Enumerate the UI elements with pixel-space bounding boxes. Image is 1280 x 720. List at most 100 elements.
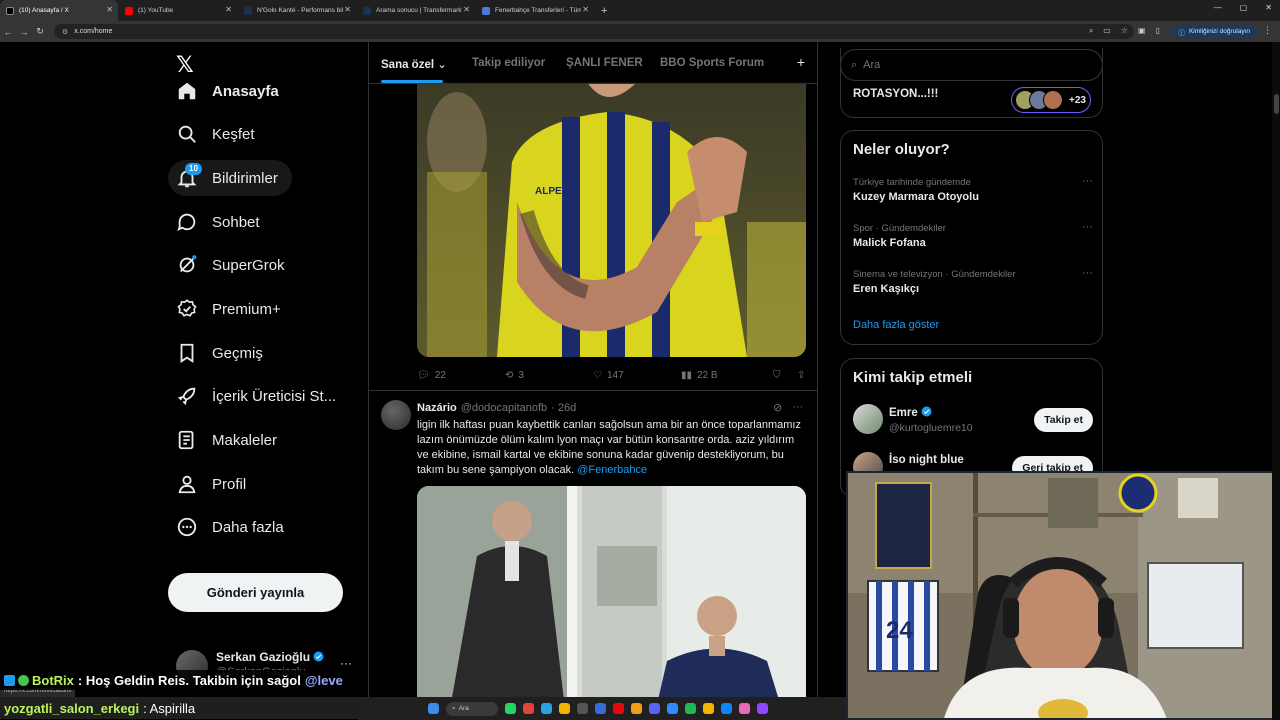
more-dots-icon[interactable]: ··· [1082, 221, 1093, 233]
nav-label: Keşfet [212, 125, 255, 143]
app-icon[interactable] [739, 703, 750, 714]
zoom-icon[interactable]: ⌕ [1089, 26, 1093, 36]
add-tab-icon[interactable]: + [797, 54, 805, 70]
nav-item-search[interactable]: Keşfet [168, 116, 269, 152]
new-tab-button[interactable]: + [601, 5, 607, 17]
nav-label: Makaleler [212, 431, 278, 449]
nav-label: Profil [212, 475, 247, 493]
close-tab-icon[interactable]: ✕ [582, 5, 589, 14]
nav-item-grok[interactable]: SuperGrok [168, 247, 299, 283]
forward-button[interactable]: → [16, 27, 32, 37]
tab-for-you[interactable]: Sana özel ⌄ [381, 57, 447, 71]
browser-menu-icon[interactable]: ⋮ [1263, 25, 1272, 36]
spotify-icon[interactable] [685, 703, 696, 714]
close-window-button[interactable]: ✕ [1265, 3, 1272, 12]
search-input-overlay[interactable]: ⌕ Ara [840, 49, 1103, 81]
taskbar-search[interactable]: ⌕ Ara [446, 701, 498, 716]
reload-button[interactable]: ↻ [32, 26, 48, 37]
browser-tab[interactable]: Fenerbahçe Transferleri - Tüm T ✕ [476, 0, 594, 21]
suggested-account[interactable]: Emre @kurtogluemre10 Takip et [853, 404, 1093, 440]
chat-message: : Hoş Geldin Reis. Takibin için sağol [77, 672, 301, 688]
tab-bbo-sports[interactable]: BBO Sports Forum [660, 57, 764, 69]
app-icon[interactable] [577, 703, 588, 714]
browser-tab[interactable]: N'Golo Kanté - Performans bilg ✕ [238, 0, 356, 21]
reply-button[interactable]: 💬︎ 22 [417, 370, 505, 381]
nav-item-bell[interactable]: 10 Bildirimler [168, 160, 292, 196]
nav-item-person[interactable]: Profil [168, 466, 260, 502]
app-icon[interactable] [721, 703, 732, 714]
retweet-button[interactable]: ⟲ 3 [505, 370, 593, 381]
bookmark-star-icon[interactable]: ☆ [1121, 26, 1128, 36]
author-handle[interactable]: @dodocapitanofb [461, 402, 547, 414]
profile-split-icon[interactable]: ▯ [1156, 26, 1160, 36]
tweet-time[interactable]: · 26d [551, 402, 576, 414]
trend-context: Spor · Gündemdekiler [853, 223, 946, 234]
tab-sanli-fener[interactable]: ŞANLI FENER [566, 57, 643, 69]
more-dots-icon[interactable]: ··· [1082, 175, 1093, 187]
minimize-button[interactable]: — [1214, 3, 1222, 12]
netflix-icon[interactable] [613, 703, 624, 714]
nav-item-more-circle[interactable]: Daha fazla [168, 509, 298, 545]
more-dots-icon[interactable]: ··· [340, 656, 352, 670]
zoom-app-icon[interactable] [667, 703, 678, 714]
close-tab-icon[interactable]: ✕ [225, 5, 232, 14]
app-icon[interactable] [523, 703, 534, 714]
trend-item[interactable]: Türkiye tarihinde gündemde Kuzey Marmara … [853, 175, 1093, 203]
follow-button[interactable]: Takip et [1034, 408, 1093, 432]
back-button[interactable]: ← [0, 27, 16, 37]
twitch-icon[interactable] [757, 703, 768, 714]
browser-tab[interactable]: Arama sonucu | Transfermarkt ✕ [357, 0, 475, 21]
tab-following[interactable]: Takip ediliyor [472, 57, 545, 69]
reply-count: 22 [434, 369, 446, 381]
article-icon [176, 429, 198, 451]
site-info-icon[interactable]: ⚙ [62, 28, 68, 36]
nav-item-chat[interactable]: Sohbet [168, 204, 274, 240]
scroll-thumb[interactable] [1274, 94, 1279, 114]
cast-icon[interactable]: ▭ [1103, 26, 1111, 36]
chrome-icon[interactable] [703, 703, 714, 714]
trend-item[interactable]: Spor · Gündemdekiler Malick Fofana ··· [853, 221, 1093, 249]
verified-badge-icon [921, 406, 932, 420]
close-tab-icon[interactable]: ✕ [463, 5, 470, 14]
avatar[interactable] [853, 404, 883, 434]
show-more-link[interactable]: Daha fazla göster [853, 319, 939, 331]
close-tab-icon[interactable]: ✕ [106, 5, 113, 14]
tweet-image[interactable]: ALPET [417, 82, 806, 357]
more-dots-icon[interactable]: ··· [792, 401, 803, 414]
active-tab-indicator [381, 80, 443, 83]
page-scrollbar[interactable] [1272, 42, 1280, 720]
account-name: Serkan Gazioğlu [216, 650, 324, 664]
tweet-image[interactable] [417, 486, 806, 720]
views-button[interactable]: ▮▮ 22 B [681, 370, 773, 381]
spaces-listeners-pill[interactable]: +23 [1011, 87, 1091, 113]
chrome-icon[interactable] [559, 703, 570, 714]
address-bar[interactable]: ⚙ x.com/home [54, 24, 1134, 39]
post-button[interactable]: Gönderi yayınla [168, 573, 343, 612]
verify-identity-button[interactable]: ⓘ Kimliğinizi doğrulayın [1172, 25, 1256, 38]
mention-link[interactable]: @Fenerbahce [577, 464, 647, 476]
app-icon[interactable] [631, 703, 642, 714]
share-button[interactable]: ⇪ [797, 370, 805, 381]
telegram-icon[interactable] [541, 703, 552, 714]
bookmark-button[interactable]: ⛉ [773, 370, 797, 381]
nav-item-rocket[interactable]: İçerik Üreticisi St... [168, 378, 350, 414]
grok-icon[interactable]: ⊘ [773, 401, 782, 414]
nav-item-premium[interactable]: Premium+ [168, 291, 295, 327]
whatsapp-icon[interactable] [505, 703, 516, 714]
trend-item[interactable]: Sinema ve televizyon · Gündemdekiler Eren… [853, 267, 1093, 295]
maximize-button[interactable]: ▢ [1240, 3, 1248, 12]
extensions-icon[interactable]: ▣ [1138, 26, 1146, 36]
nav-item-home[interactable]: Anasayfa [168, 73, 293, 109]
more-dots-icon[interactable]: ··· [1082, 267, 1093, 279]
app-icon[interactable] [595, 703, 606, 714]
browser-tab[interactable]: (1) YouTube ✕ [119, 0, 237, 21]
nav-item-bookmark[interactable]: Geçmiş [168, 335, 277, 371]
like-button[interactable]: ♡ 147 [593, 370, 681, 381]
browser-tab[interactable]: (10) Anasayfa / X ✕ [0, 0, 118, 21]
start-icon[interactable] [428, 703, 439, 714]
nav-item-article[interactable]: Makaleler [168, 422, 291, 458]
discord-icon[interactable] [649, 703, 660, 714]
avatar[interactable] [381, 400, 411, 430]
author-name[interactable]: Nazário [417, 402, 457, 414]
close-tab-icon[interactable]: ✕ [344, 5, 351, 14]
